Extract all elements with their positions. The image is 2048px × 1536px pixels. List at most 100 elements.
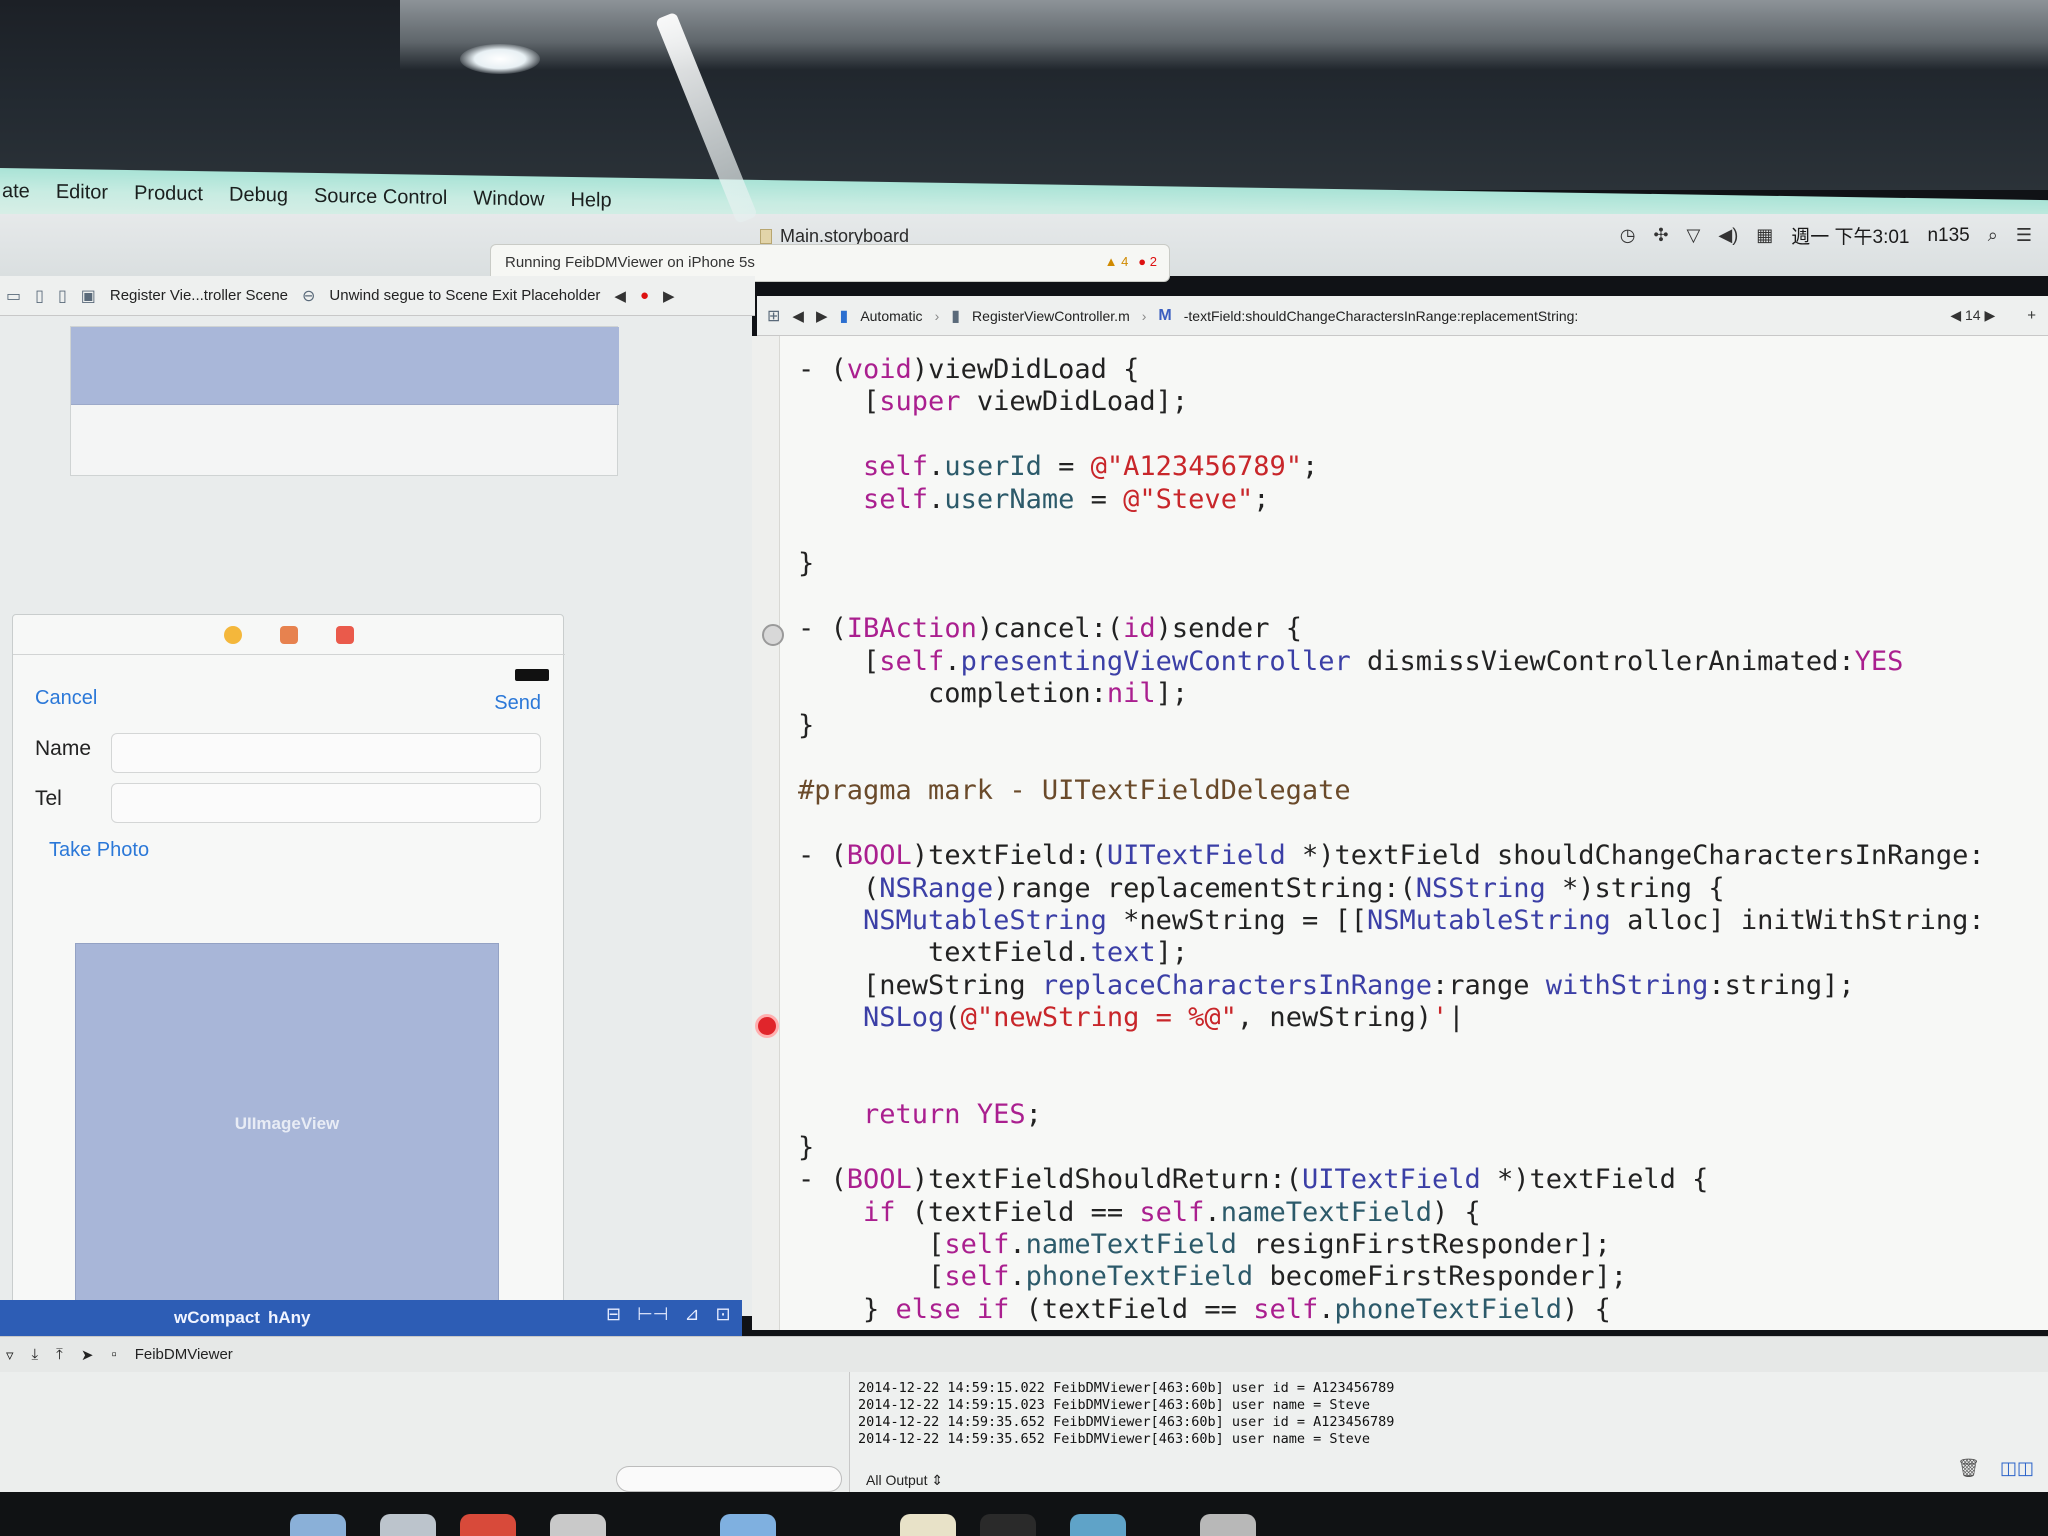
jump-bar-segue[interactable]: Unwind segue to Scene Exit Placeholder bbox=[329, 287, 600, 304]
previous-scene[interactable] bbox=[70, 326, 619, 476]
first-responder-icon[interactable] bbox=[280, 625, 298, 644]
dock-app-mail[interactable] bbox=[380, 1514, 436, 1536]
dock-app-photos[interactable] bbox=[550, 1514, 606, 1536]
menu-item-editor[interactable]: Editor bbox=[56, 180, 108, 204]
image-view-label: UIImageView bbox=[234, 1114, 340, 1133]
name-text-field[interactable] bbox=[111, 733, 541, 773]
folder-icon[interactable]: ▭ bbox=[6, 286, 21, 306]
layout-tools: ⊟ ⊢⊣ ⊿ ⊡ bbox=[606, 1304, 731, 1325]
console-line: 2014-12-22 14:59:15.023 FeibDMViewer[463… bbox=[858, 1397, 1371, 1413]
console-line: 2014-12-22 14:59:15.022 FeibDMViewer[463… bbox=[858, 1380, 1395, 1396]
menu-item-product[interactable]: Product bbox=[134, 182, 203, 206]
ibaction-connection-icon[interactable] bbox=[762, 624, 784, 646]
tel-label: Tel bbox=[35, 787, 62, 810]
debug-target[interactable]: FeibDMViewer bbox=[135, 1346, 233, 1363]
menu-item-navigate[interactable]: ate bbox=[2, 180, 30, 203]
menu-clock[interactable]: 週一 下午3:01 bbox=[1791, 222, 1909, 249]
align-icon[interactable]: ⊟ bbox=[606, 1304, 621, 1325]
back-icon[interactable]: ◀ bbox=[792, 307, 804, 325]
source-code[interactable]: - (void)viewDidLoad { [super viewDidLoad… bbox=[798, 354, 1985, 1326]
forward-icon[interactable]: ▶ bbox=[816, 307, 828, 325]
split-view-icon[interactable]: ◫◫ bbox=[2000, 1458, 2034, 1479]
error-icon: ● 2 bbox=[1138, 254, 1157, 269]
storyboard-file-icon bbox=[760, 229, 772, 244]
menu-status-area: ◷ ✣ ▽ ◀) ▦ 週一 下午3:01 n135 ⌕ ☰ bbox=[1620, 222, 2032, 249]
spotlight-icon[interactable]: ⌕ bbox=[1988, 225, 1998, 246]
location-icon[interactable]: ➤ bbox=[81, 1346, 94, 1364]
size-class-width: wCompact bbox=[174, 1308, 260, 1327]
console-line: 2014-12-22 14:59:35.652 FeibDMViewer[463… bbox=[858, 1414, 1395, 1430]
assistant-mode[interactable]: Automatic bbox=[860, 308, 922, 324]
dock-app-notes[interactable] bbox=[900, 1514, 956, 1536]
warning-icon: ▲ 4 bbox=[1104, 254, 1129, 269]
pin-icon[interactable]: ⊢⊣ bbox=[637, 1304, 668, 1325]
bluetooth-icon[interactable]: ✣ bbox=[1653, 225, 1668, 246]
issue-icon[interactable]: ● bbox=[640, 287, 649, 304]
volume-icon[interactable]: ◀) bbox=[1718, 225, 1738, 246]
related-items-icon[interactable]: ⊞ bbox=[767, 306, 780, 326]
jump-bar-file[interactable]: RegisterViewController.m bbox=[972, 308, 1130, 324]
view-controller-icon[interactable] bbox=[224, 625, 242, 644]
wifi-icon[interactable]: ▽ bbox=[1687, 225, 1701, 246]
next-issue-icon[interactable]: ▶ bbox=[663, 287, 675, 305]
dock-app-printer[interactable] bbox=[1200, 1514, 1256, 1536]
chevron-right-icon: › bbox=[934, 307, 940, 324]
code-editor[interactable]: - (void)viewDidLoad { [super viewDidLoad… bbox=[752, 336, 2048, 1330]
toggle-debug-icon[interactable]: ▿ bbox=[6, 1346, 14, 1364]
image-view[interactable]: UIImageView bbox=[75, 943, 499, 1305]
ceiling-light bbox=[460, 44, 540, 74]
console-line: 2014-12-22 14:59:35.652 FeibDMViewer[463… bbox=[858, 1431, 1371, 1447]
jump-bar-scene[interactable]: Register Vie...troller Scene bbox=[110, 287, 288, 304]
method-icon: M bbox=[1158, 306, 1172, 324]
segue-icon: ⊖ bbox=[302, 287, 316, 305]
previous-scene-image-view[interactable] bbox=[71, 327, 619, 405]
dock-app-xcode[interactable] bbox=[720, 1514, 776, 1536]
counterpart-counter[interactable]: ◀ 14 ▶ bbox=[1950, 307, 1995, 324]
tel-text-field[interactable] bbox=[111, 783, 541, 823]
variables-view[interactable] bbox=[0, 1372, 850, 1492]
resizing-icon[interactable]: ⊡ bbox=[716, 1304, 731, 1325]
cancel-button[interactable]: Cancel bbox=[35, 687, 97, 710]
storyboard-jump-bar: ▭ ▯ ▯ ▣ Register Vie...troller Scene ⊖ U… bbox=[0, 276, 755, 316]
storyboard-canvas[interactable]: Cancel Send Name Tel Take Photo UIImageV… bbox=[0, 316, 752, 1316]
step-into-icon[interactable]: ⤓ bbox=[32, 1346, 39, 1363]
trash-icon[interactable]: 🗑 bbox=[1957, 1458, 1980, 1479]
dock-app-finder[interactable] bbox=[290, 1514, 346, 1536]
menu-item-window[interactable]: Window bbox=[473, 187, 544, 211]
jump-bar-method[interactable]: -textField:shouldChangeCharactersInRange… bbox=[1184, 308, 1579, 324]
variables-filter-field[interactable] bbox=[616, 1466, 842, 1492]
name-label: Name bbox=[35, 737, 92, 760]
issue-counts[interactable]: ▲ 4 ● 2 bbox=[1105, 254, 1157, 269]
automatic-icon: ▮ bbox=[839, 307, 849, 325]
menu-item-help[interactable]: Help bbox=[570, 188, 611, 212]
dock-app-terminal[interactable] bbox=[980, 1514, 1036, 1536]
previous-issue-icon[interactable]: ◀ bbox=[614, 287, 626, 305]
menu-item-debug[interactable]: Debug bbox=[229, 183, 288, 207]
resolve-icon[interactable]: ⊿ bbox=[684, 1304, 699, 1325]
take-photo-button[interactable]: Take Photo bbox=[49, 839, 149, 862]
exit-icon[interactable] bbox=[336, 625, 354, 644]
menu-user[interactable]: n135 bbox=[1927, 225, 1969, 247]
debug-area: 2014-12-22 14:59:15.022 FeibDMViewer[463… bbox=[0, 1372, 2048, 1492]
file-icon[interactable]: ▯ bbox=[35, 286, 44, 306]
implementation-file-icon: ▮ bbox=[951, 307, 961, 325]
dock-app-calendar[interactable] bbox=[460, 1514, 516, 1536]
console-output[interactable]: 2014-12-22 14:59:15.022 FeibDMViewer[463… bbox=[858, 1372, 2048, 1492]
menu-item-source-control[interactable]: Source Control bbox=[314, 184, 447, 209]
breakpoint-icon[interactable] bbox=[755, 1014, 779, 1038]
send-button[interactable]: Send bbox=[494, 692, 541, 715]
input-flag-icon[interactable]: ▦ bbox=[1756, 225, 1773, 246]
editor-gutter[interactable] bbox=[752, 336, 784, 1330]
scene-dock bbox=[13, 615, 565, 655]
step-out-icon[interactable]: ⤒ bbox=[56, 1346, 63, 1363]
dock-app-preview[interactable] bbox=[1070, 1514, 1126, 1536]
console-output-select[interactable]: All Output ⇕ bbox=[866, 1472, 943, 1489]
notification-center-icon[interactable]: ☰ bbox=[2016, 225, 2032, 246]
register-view-controller-scene[interactable]: Cancel Send Name Tel Take Photo UIImageV… bbox=[12, 614, 565, 1305]
doc-icon[interactable]: ▯ bbox=[58, 286, 67, 306]
target-icon: ▫ bbox=[111, 1346, 117, 1363]
time-machine-icon[interactable]: ◷ bbox=[1620, 225, 1636, 246]
debug-bar: ▿ ⤓ ⤒ ➤ ▫ FeibDMViewer bbox=[0, 1336, 2048, 1372]
add-editor-icon[interactable]: + bbox=[2027, 307, 2036, 324]
editor-jump-bar: ⊞ ◀ ▶ ▮ Automatic › ▮ RegisterViewContro… bbox=[757, 296, 2048, 336]
